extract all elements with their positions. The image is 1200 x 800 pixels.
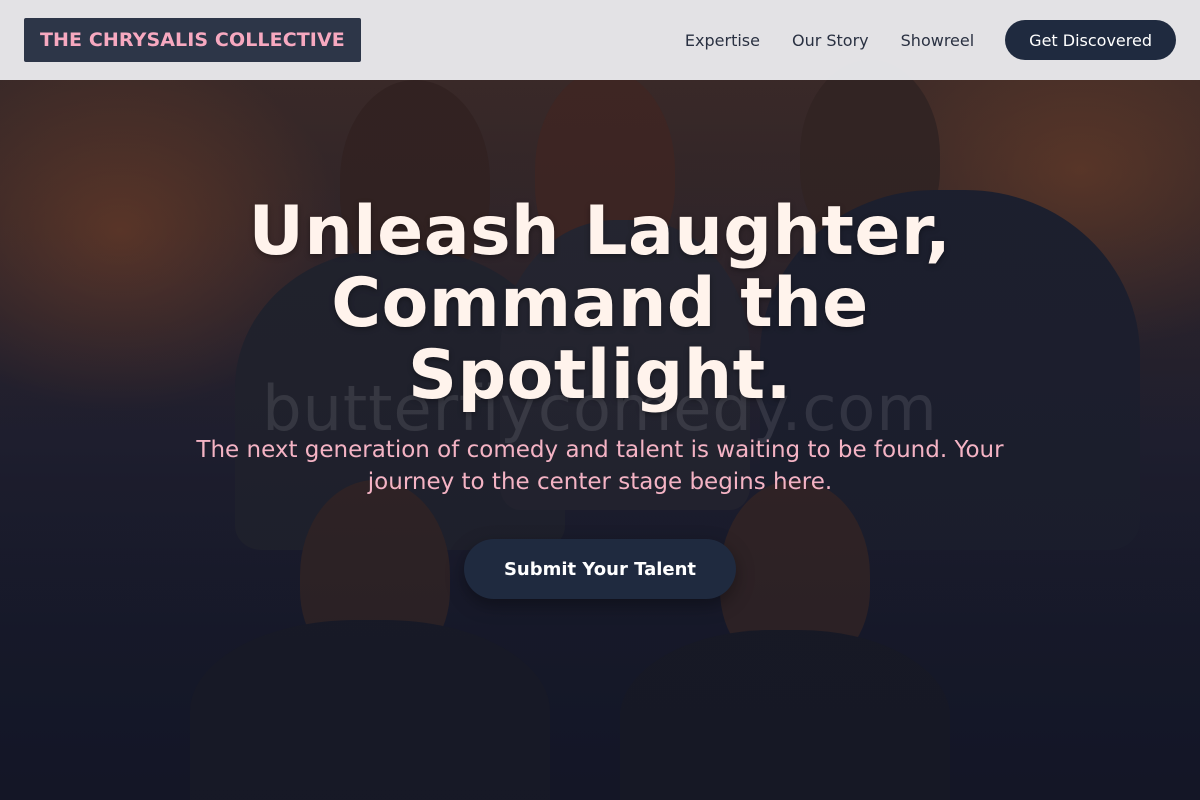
nav-link-expertise[interactable]: Expertise: [685, 31, 760, 50]
submit-talent-button[interactable]: Submit Your Talent: [463, 539, 737, 599]
site-header: THE CHRYSALIS COLLECTIVE Expertise Our S…: [0, 0, 1200, 80]
site-logo[interactable]: THE CHRYSALIS COLLECTIVE: [24, 18, 361, 62]
hero-title: Unleash Laughter, Command the Spotlight.: [248, 192, 952, 415]
nav-link-our-story[interactable]: Our Story: [792, 31, 869, 50]
main-nav: Expertise Our Story Showreel Get Discove…: [685, 20, 1176, 60]
nav-link-showreel[interactable]: Showreel: [901, 31, 975, 50]
get-discovered-button[interactable]: Get Discovered: [1005, 20, 1176, 60]
hero-subtitle: The next generation of comedy and talent…: [196, 437, 1004, 495]
hero-section: Unleash Laughter, Command the Spotlight.…: [0, 196, 1200, 599]
